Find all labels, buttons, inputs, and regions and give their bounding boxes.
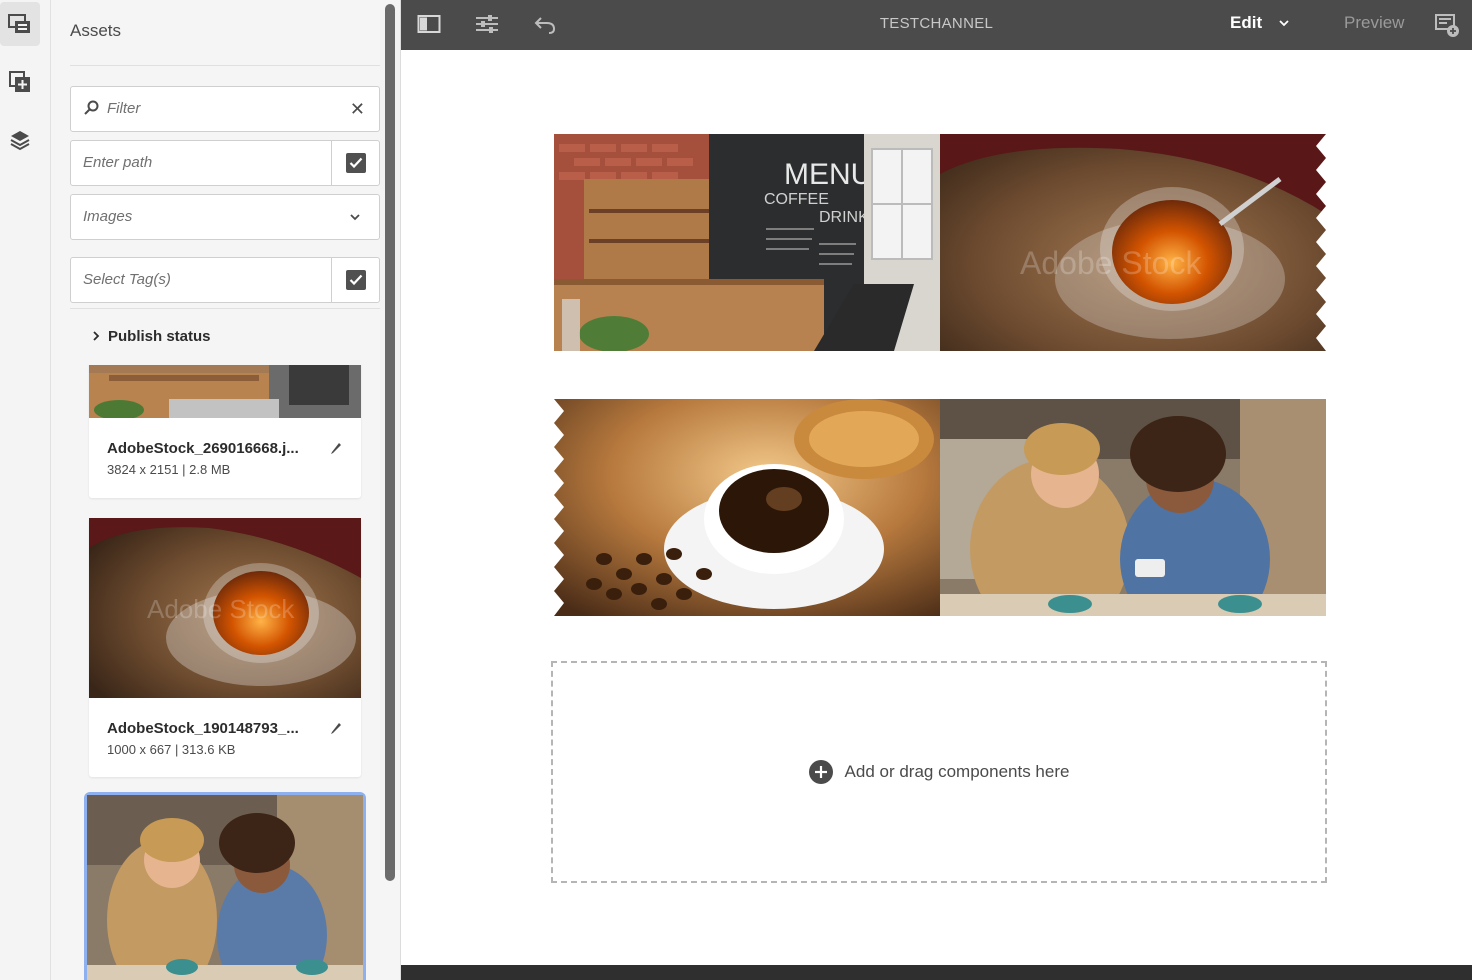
menu-board-text: MENU: [784, 158, 872, 191]
menu-board-text: DRINK: [819, 209, 869, 226]
asset-thumbnail: [89, 365, 361, 418]
edit-icon[interactable]: [329, 441, 343, 455]
checkbox-icon: [345, 153, 366, 173]
image-component-row[interactable]: MENU COFFEE DRINK Adobe Stock: [554, 134, 1326, 351]
asset-card-selected[interactable]: [84, 792, 366, 980]
panel-scrollbar[interactable]: [385, 4, 395, 881]
drop-zone-label: Add or drag components here: [844, 762, 1070, 781]
asset-name: AdobeStock_190148793_...: [107, 720, 299, 737]
asset-type-value: Images: [83, 208, 133, 225]
asset-name: AdobeStock_269016668.j...: [107, 440, 299, 457]
menu-board-text: COFFEE: [764, 191, 829, 208]
watermark-text: Adobe Stock: [1020, 245, 1202, 281]
layers-rail-button[interactable]: [0, 118, 40, 162]
asset-meta: 3824 x 2151 | 2.8 MB: [107, 462, 231, 477]
image-component-row[interactable]: [554, 399, 1326, 616]
path-field[interactable]: Enter path: [70, 140, 380, 186]
page-canvas: MENU COFFEE DRINK Adobe Stock Add or dra…: [401, 50, 1472, 965]
asset-type-select[interactable]: Images: [70, 194, 380, 240]
path-picker-button[interactable]: [331, 141, 379, 185]
asset-list: AdobeStock_269016668.j... 3824 x 2151 | …: [70, 365, 390, 980]
editor-toolbar: TESTCHANNEL Edit Preview: [401, 0, 1472, 50]
tags-input[interactable]: Select Tag(s): [83, 271, 171, 288]
asset-card[interactable]: AdobeStock_269016668.j... 3824 x 2151 | …: [89, 365, 361, 498]
two-women-image[interactable]: [940, 399, 1326, 616]
assets-panel: Assets Filter ✕ Enter path Images Select…: [51, 0, 401, 980]
asset-card[interactable]: Adobe Stock AdobeStock_190148793_... 100…: [89, 518, 361, 777]
tags-picker-button[interactable]: [331, 258, 379, 302]
svg-text:Adobe Stock: Adobe Stock: [147, 594, 295, 624]
components-icon: [9, 71, 30, 92]
asset-thumbnail: Adobe Stock: [89, 518, 361, 698]
panel-title: Assets: [70, 21, 122, 40]
side-rail: [0, 0, 51, 980]
component-drop-zone[interactable]: Add or drag components here: [551, 661, 1327, 883]
chevron-down-icon[interactable]: [1278, 17, 1290, 31]
cafe-menu-image[interactable]: MENU COFFEE DRINK: [554, 134, 940, 351]
filter-input[interactable]: Filter: [107, 100, 140, 117]
tea-cup-image[interactable]: Adobe Stock: [940, 134, 1326, 351]
tags-field[interactable]: Select Tag(s): [70, 257, 380, 303]
clear-icon[interactable]: ✕: [350, 100, 365, 118]
coffee-cup-image[interactable]: [554, 399, 940, 616]
mode-selector[interactable]: Edit: [1230, 13, 1262, 33]
search-icon: [84, 100, 99, 115]
divider: [70, 65, 380, 66]
path-input[interactable]: Enter path: [83, 154, 152, 171]
publish-status-label: Publish status: [108, 328, 211, 345]
channel-title: TESTCHANNEL: [879, 15, 994, 32]
bottom-status-bar: [401, 965, 1472, 980]
annotations-icon[interactable]: [1434, 12, 1460, 38]
assets-rail-button[interactable]: [0, 2, 40, 46]
checkbox-icon: [345, 270, 366, 290]
edit-icon[interactable]: [329, 721, 343, 735]
chevron-down-icon: [350, 214, 360, 221]
publish-status-toggle[interactable]: Publish status: [70, 308, 380, 364]
preview-button[interactable]: Preview: [1344, 13, 1404, 33]
asset-thumbnail: [87, 795, 363, 980]
layers-icon: [10, 131, 30, 151]
asset-meta: 1000 x 667 | 313.6 KB: [107, 742, 236, 757]
assets-icon: [8, 14, 30, 33]
chevron-right-icon: [93, 331, 100, 341]
add-icon[interactable]: [808, 760, 833, 784]
components-rail-button[interactable]: [0, 60, 40, 104]
filter-field[interactable]: Filter ✕: [70, 86, 380, 132]
